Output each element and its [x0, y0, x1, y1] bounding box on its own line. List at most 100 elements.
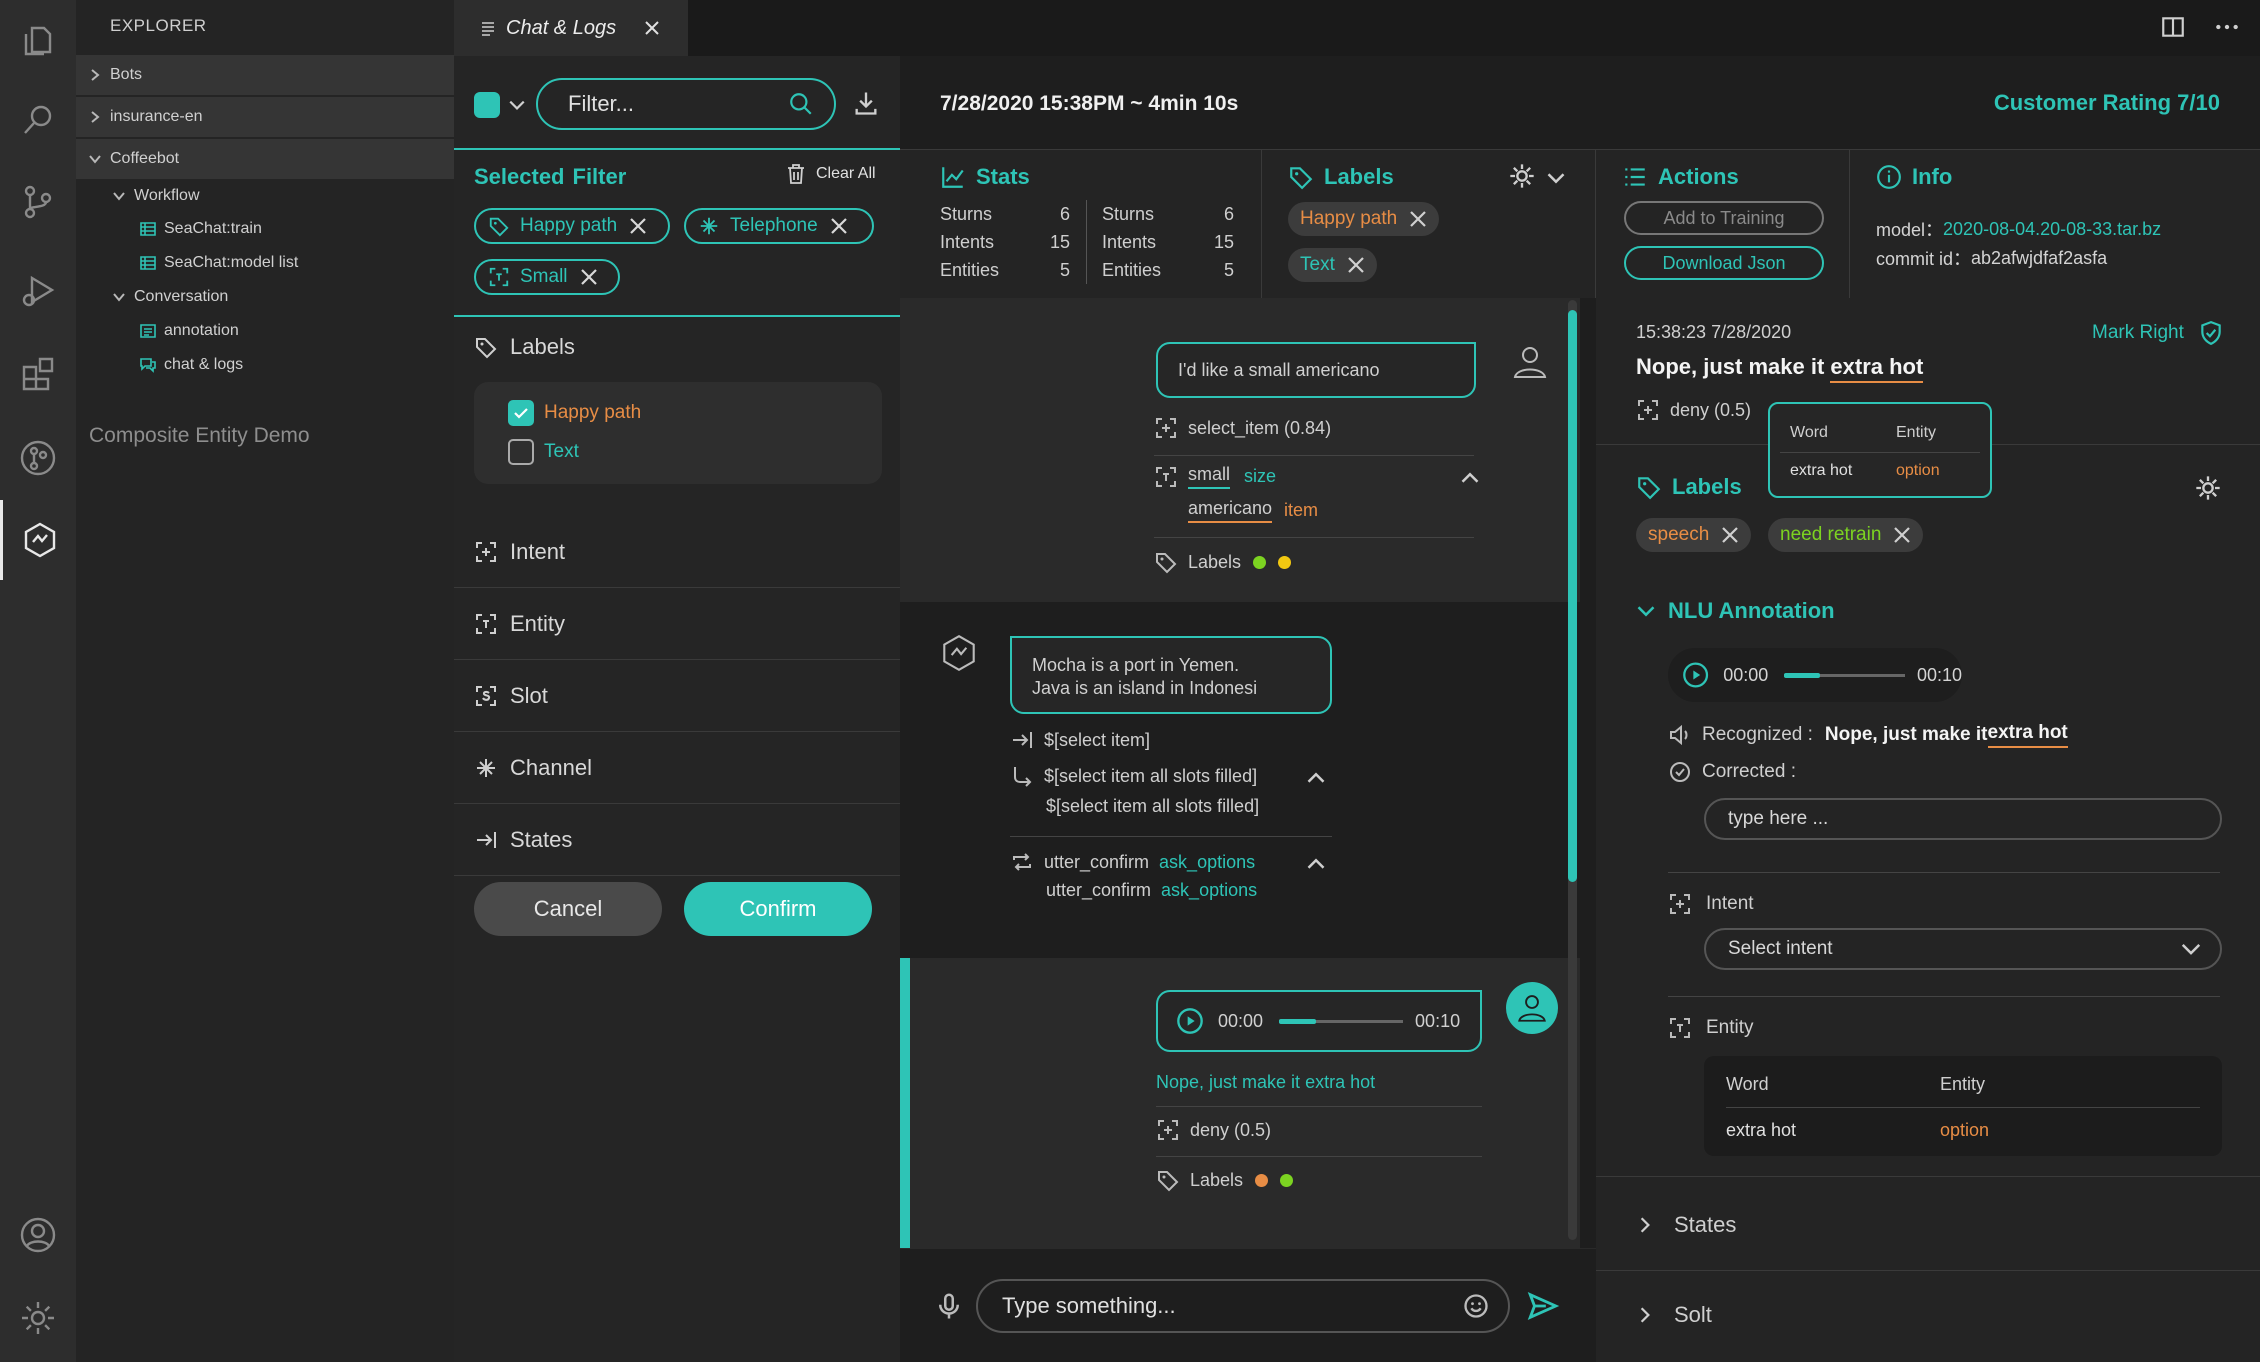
message-bot-2[interactable]: Mocha is a port in Yemen. Java is an isl… [900, 602, 1580, 958]
model-link[interactable]: 2020-08-04.20-08-33.tar.bz [1943, 219, 2161, 240]
utter-option[interactable]: ask_options [1159, 852, 1255, 873]
intent-row[interactable]: deny (0.5) [1156, 1118, 1271, 1142]
explorer-footer: Composite Entity Demo [89, 424, 310, 447]
pill-telephone[interactable]: Telephone [684, 208, 874, 244]
action-label: $[select item all slots filled] [1046, 796, 1260, 816]
pill-happy-path[interactable]: Happy path [474, 208, 670, 244]
detail-intent-row[interactable]: deny (0.5) [1636, 398, 1751, 422]
pill-small[interactable]: Small [474, 259, 620, 295]
git-graph-icon[interactable] [0, 418, 76, 498]
transcript-text[interactable]: Nope, just make it extra hot [1156, 1072, 1375, 1093]
chat-scrollbar-thumb[interactable] [1568, 310, 1577, 882]
close-icon[interactable] [580, 268, 598, 286]
entity-table-entity[interactable]: option [1940, 1120, 1989, 1141]
label-chip-speech[interactable]: speech [1636, 518, 1752, 552]
intent-icon [1156, 418, 1176, 438]
filter-section-entity[interactable]: Entity [454, 588, 900, 660]
label-chip-text[interactable]: Text [1288, 248, 1377, 282]
settings-icon[interactable] [0, 1278, 76, 1358]
seachat-icon[interactable] [0, 500, 76, 580]
source-control-icon[interactable] [0, 162, 76, 242]
utterance-entity[interactable]: extra hot [1830, 354, 1924, 383]
states-toggle[interactable]: States [1636, 1212, 1736, 1238]
labels-row[interactable]: Labels [1156, 1168, 1294, 1192]
cancel-button[interactable]: Cancel [474, 882, 662, 936]
chevron-down-icon[interactable] [1546, 168, 1566, 188]
mark-right-button[interactable]: Mark Right [2092, 320, 2224, 346]
filter-section-states[interactable]: States [454, 804, 900, 876]
close-icon[interactable] [1347, 256, 1365, 274]
label-chip-need-retrain[interactable]: need retrain [1768, 518, 1924, 552]
gear-icon[interactable] [2194, 474, 2222, 502]
chevron-up-icon[interactable] [1306, 768, 1326, 788]
corrected-input[interactable]: type here ... [1704, 798, 2222, 840]
audio-progress-track[interactable] [1279, 1018, 1404, 1024]
tree-item-insurance[interactable]: insurance-en [76, 97, 454, 137]
tree-item-coffeebot[interactable]: Coffeebot [76, 139, 454, 179]
action-row[interactable]: $[select item] [1010, 728, 1150, 752]
tree-label: Workflow [134, 187, 200, 204]
chevron-up-icon[interactable] [1306, 854, 1326, 874]
tab-chat-logs[interactable]: Chat & Logs [454, 0, 688, 56]
close-icon[interactable] [1409, 210, 1427, 228]
utter-option[interactable]: ask_options [1161, 880, 1257, 901]
message-user-3-selected[interactable]: 00:00 00:10 Nope, just make it extra hot… [900, 958, 1580, 1248]
close-icon[interactable] [629, 217, 647, 235]
nlu-annotation-toggle[interactable]: NLU Annotation [1636, 598, 1835, 624]
speaker-icon [1670, 724, 1688, 746]
add-to-training-button[interactable]: Add to Training [1624, 201, 1824, 235]
clear-all-button[interactable]: Clear All [784, 162, 876, 186]
run-debug-icon[interactable] [0, 250, 76, 330]
chevron-up-icon[interactable] [1460, 468, 1480, 488]
close-icon[interactable] [1721, 526, 1739, 544]
account-icon[interactable] [0, 1195, 76, 1275]
labels-section-title[interactable]: Labels [474, 334, 575, 360]
filter-search[interactable]: Filter... [536, 78, 836, 130]
filter-search-input[interactable]: Filter... [568, 91, 634, 117]
message-placeholder[interactable]: Type something... [1002, 1293, 1176, 1319]
microphone-icon[interactable] [934, 1291, 964, 1321]
filter-section-slot[interactable]: Slot [454, 660, 900, 732]
download-json-button[interactable]: Download Json [1624, 246, 1824, 280]
close-icon[interactable] [830, 217, 848, 235]
checkbox-checked[interactable] [508, 400, 534, 426]
files-icon[interactable] [0, 0, 76, 80]
message-input[interactable]: Type something... [976, 1279, 1510, 1333]
play-icon[interactable] [1682, 661, 1709, 689]
split-editor-icon[interactable] [2160, 14, 2186, 40]
checkbox-happy-path[interactable]: Happy path [508, 400, 641, 426]
chevron-down-icon [1637, 606, 1655, 617]
intent-select[interactable]: Select intent [1704, 928, 2222, 970]
message-user-1[interactable]: I'd like a small americano select_item (… [900, 298, 1580, 602]
filter-section-intent[interactable]: Intent [454, 516, 900, 588]
emoji-icon[interactable] [1462, 1292, 1490, 1320]
tree-item-bots[interactable]: Bots [76, 55, 454, 95]
states-icon [477, 831, 496, 848]
close-icon[interactable] [1893, 526, 1911, 544]
recognized-entity[interactable]: extra hot [1987, 722, 2068, 748]
extensions-icon[interactable] [0, 333, 76, 413]
send-icon[interactable] [1526, 1289, 1560, 1323]
confirm-button[interactable]: Confirm [684, 882, 872, 936]
checkbox-text[interactable]: Text [508, 439, 579, 465]
gear-icon[interactable] [1508, 162, 1536, 190]
labels-row[interactable]: Labels [1154, 550, 1292, 574]
utter-row[interactable]: utter_confirm ask_options [1010, 850, 1255, 874]
filter-section-channel[interactable]: Channel [454, 732, 900, 804]
checkbox-unchecked[interactable] [508, 439, 534, 465]
tree-item-chat-logs[interactable]: chat & logs [76, 345, 454, 385]
search-icon[interactable] [788, 91, 814, 117]
close-icon[interactable] [644, 20, 660, 36]
solt-toggle[interactable]: Solt [1636, 1302, 1712, 1328]
more-icon[interactable] [2214, 14, 2240, 40]
search-icon[interactable] [0, 80, 76, 160]
entity-row[interactable]: small size [1154, 464, 1276, 489]
play-icon[interactable] [1176, 1007, 1204, 1035]
label-chip-happy-path[interactable]: Happy path [1288, 202, 1440, 236]
color-select[interactable] [474, 92, 526, 118]
audio-time-start: 00:00 [1723, 664, 1769, 685]
action-row[interactable]: $[select item all slots filled] [1010, 764, 1257, 788]
audio-progress-track[interactable] [1784, 672, 1905, 678]
download-icon[interactable] [852, 89, 880, 117]
intent-row[interactable]: select_item (0.84) [1154, 416, 1331, 440]
